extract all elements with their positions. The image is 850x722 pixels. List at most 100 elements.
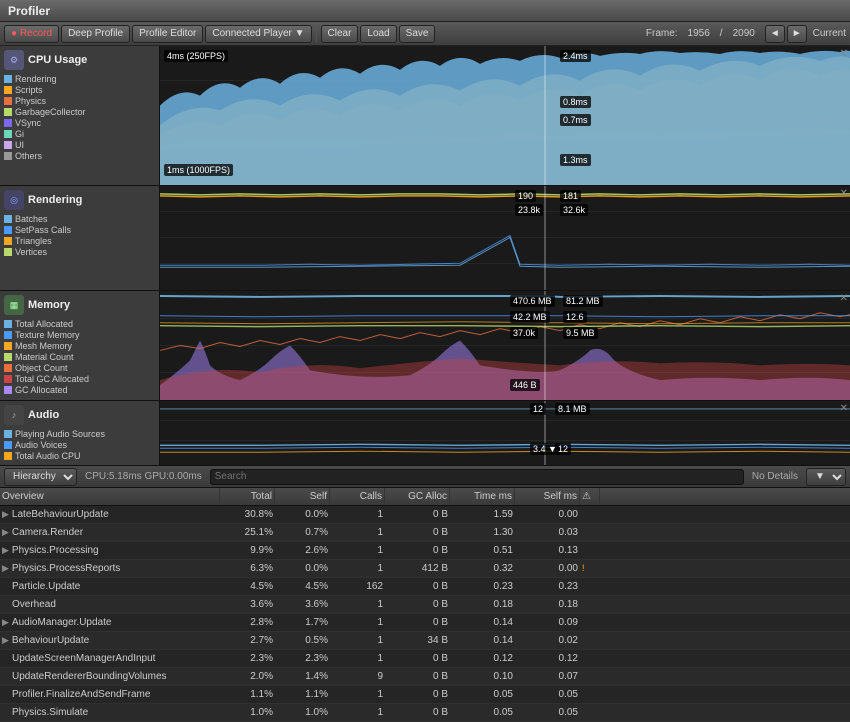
legend-color-swatch: [4, 452, 12, 460]
legend-item: Scripts: [4, 85, 155, 95]
legend-color-swatch: [4, 353, 12, 361]
cell-overview: UpdateRendererBoundingVolumes: [0, 669, 220, 684]
memory-header: ▦ Memory: [4, 295, 155, 315]
prev-frame-button[interactable]: ◄: [765, 25, 785, 43]
expand-arrow[interactable]: ▶: [2, 563, 9, 574]
table-row[interactable]: ▶AudioManager.Update2.8%1.7%10 B0.140.09: [0, 614, 850, 632]
audio-icon: ♪: [4, 405, 24, 425]
cell-gcalloc: 412 B: [385, 561, 450, 576]
table-row[interactable]: ▶BehaviourUpdate2.7%0.5%134 B0.140.02: [0, 632, 850, 650]
frame-label: Frame:: [646, 28, 678, 39]
rendering-sidebar: ◎ Rendering BatchesSetPass CallsTriangle…: [0, 186, 160, 290]
deep-profile-button[interactable]: Deep Profile: [61, 25, 130, 43]
memory-graph[interactable]: 470.6 MB 42.2 MB 37.0k 81.2 MB 12.6 9.5 …: [160, 291, 850, 400]
col-header-self[interactable]: Self: [275, 488, 330, 505]
legend-item: GC Allocated: [4, 385, 155, 395]
cell-gcalloc: 0 B: [385, 687, 450, 702]
cell-selfms: 0.07: [515, 669, 580, 684]
legend-color-swatch: [4, 97, 12, 105]
legend-label: Audio Voices: [15, 440, 67, 450]
col-header-gcalloc[interactable]: GC Alloc: [385, 488, 450, 505]
search-input[interactable]: [210, 469, 744, 485]
table-row[interactable]: ▶Physics.ProcessReports6.3%0.0%1412 B0.3…: [0, 560, 850, 578]
connected-player-button[interactable]: Connected Player ▼: [205, 25, 311, 43]
cell-timems: 0.23: [450, 579, 515, 594]
hierarchy-mode-select[interactable]: Hierarchy: [4, 468, 77, 486]
expand-arrow[interactable]: ▶: [2, 527, 9, 538]
cell-warn: !: [580, 561, 600, 576]
col-header-total[interactable]: Total: [220, 488, 275, 505]
cpu-graph[interactable]: 4ms (250FPS) 1ms (1000FPS) 2.4ms 0.8ms 0…: [160, 46, 850, 185]
rendering-graph[interactable]: 190 23.8k 181 32.6k: [160, 186, 850, 290]
legend-color-swatch: [4, 248, 12, 256]
legend-label: SetPass Calls: [15, 225, 71, 235]
details-select[interactable]: ▼: [806, 468, 846, 486]
cell-gcalloc: 34 B: [385, 633, 450, 648]
cell-warn: [580, 585, 600, 589]
cell-overview: ▶Camera.Render: [0, 525, 220, 540]
table-row[interactable]: UpdateRendererBoundingVolumes2.0%1.4%90 …: [0, 668, 850, 686]
record-button[interactable]: ● Record: [4, 25, 59, 43]
profile-table-wrapper: Overview Total Self Calls GC Alloc Time …: [0, 488, 850, 722]
toolbar-separator-1: [316, 26, 317, 42]
toolbar: ● Record Deep Profile Profile Editor Con…: [0, 22, 850, 46]
col-header-overview: Overview: [0, 488, 220, 505]
cell-selfms: 0.03: [515, 525, 580, 540]
table-row[interactable]: Profiler.FinalizeAndSendFrame1.1%1.1%10 …: [0, 686, 850, 704]
cell-timems: 0.14: [450, 615, 515, 630]
expand-arrow[interactable]: ▶: [2, 635, 9, 646]
cell-warn: [580, 621, 600, 625]
cell-self: 3.6%: [275, 597, 330, 612]
expand-arrow[interactable]: ▶: [2, 617, 9, 628]
cell-gcalloc: 0 B: [385, 651, 450, 666]
legend-label: GC Allocated: [15, 385, 68, 395]
audio-close-button[interactable]: ✕: [840, 403, 848, 414]
col-header-timems[interactable]: Time ms: [450, 488, 515, 505]
table-row[interactable]: Overhead3.6%3.6%10 B0.180.18: [0, 596, 850, 614]
cpu-icon: ⚙: [4, 50, 24, 70]
col-header-calls[interactable]: Calls: [330, 488, 385, 505]
cell-total: 1.0%: [220, 705, 275, 720]
cell-calls: 9: [330, 669, 385, 684]
legend-color-swatch: [4, 364, 12, 372]
audio-graph[interactable]: 12 8.1 MB 3.4 ▼ 12: [160, 401, 850, 465]
table-row[interactable]: ▶Camera.Render25.1%0.7%10 B1.300.03: [0, 524, 850, 542]
table-row[interactable]: ▶LateBehaviourUpdate30.8%0.0%10 B1.590.0…: [0, 506, 850, 524]
cell-name: UpdateRendererBoundingVolumes: [12, 671, 167, 682]
table-row[interactable]: ▶Physics.Processing9.9%2.6%10 B0.510.13: [0, 542, 850, 560]
cell-gcalloc: 0 B: [385, 507, 450, 522]
cell-selfms: 0.00: [515, 561, 580, 576]
table-row[interactable]: Particle.Update4.5%4.5%1620 B0.230.23: [0, 578, 850, 596]
legend-item: Material Count: [4, 352, 155, 362]
rendering-close-button[interactable]: ✕: [840, 188, 848, 199]
rendering-legend: BatchesSetPass CallsTrianglesVertices: [4, 214, 155, 257]
legend-color-swatch: [4, 226, 12, 234]
next-frame-button[interactable]: ►: [787, 25, 807, 43]
hierarchy-bar: Hierarchy CPU:5.18ms GPU:0.00ms No Detai…: [0, 466, 850, 488]
expand-arrow[interactable]: ▶: [2, 545, 9, 556]
cell-selfms: 0.18: [515, 597, 580, 612]
table-row[interactable]: Physics.Simulate1.0%1.0%10 B0.050.05: [0, 704, 850, 722]
table-header: Overview Total Self Calls GC Alloc Time …: [0, 488, 850, 506]
table-row[interactable]: UpdateScreenManagerAndInput2.3%2.3%10 B0…: [0, 650, 850, 668]
save-button[interactable]: Save: [399, 25, 436, 43]
legend-label: Gi: [15, 129, 24, 139]
cell-self: 1.4%: [275, 669, 330, 684]
cpu-close-button[interactable]: ✕: [840, 48, 848, 59]
cell-overview: ▶BehaviourUpdate: [0, 633, 220, 648]
cell-calls: 1: [330, 597, 385, 612]
legend-label: Vertices: [15, 247, 47, 257]
cell-timems: 1.30: [450, 525, 515, 540]
warn-icon: !: [582, 563, 585, 573]
profile-editor-button[interactable]: Profile Editor: [132, 25, 203, 43]
cell-self: 0.5%: [275, 633, 330, 648]
load-button[interactable]: Load: [360, 25, 396, 43]
cell-calls: 1: [330, 615, 385, 630]
expand-arrow[interactable]: ▶: [2, 509, 9, 520]
memory-close-button[interactable]: ✕: [840, 293, 848, 304]
col-header-selfms[interactable]: Self ms: [515, 488, 580, 505]
cell-name: Camera.Render: [12, 527, 83, 538]
cell-timems: 0.32: [450, 561, 515, 576]
clear-button[interactable]: Clear: [321, 25, 359, 43]
cell-overview: ▶LateBehaviourUpdate: [0, 507, 220, 522]
